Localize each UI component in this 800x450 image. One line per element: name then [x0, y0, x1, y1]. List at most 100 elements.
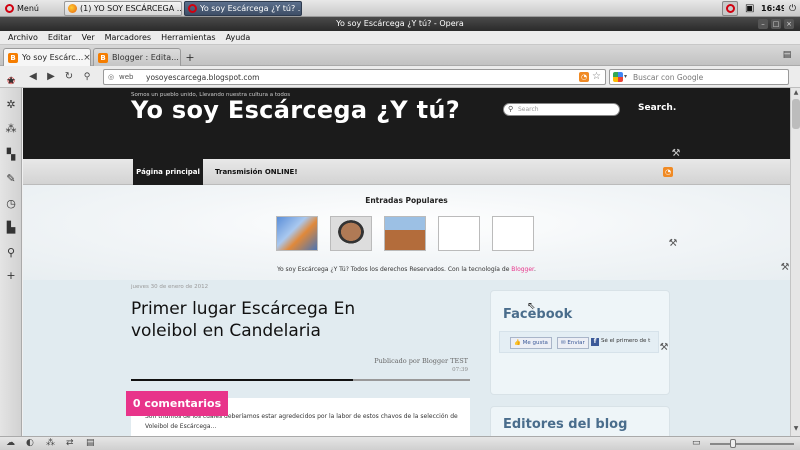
task-label: (1) YO SOY ESCÁRCEGA ... — [80, 4, 182, 13]
nav-pagina-principal[interactable]: Página principal — [133, 159, 203, 185]
post-excerpt-2: Voleibol de Escárcega... — [145, 423, 217, 430]
search-engine-dropdown-icon[interactable]: ▾ — [624, 73, 627, 80]
globe-icon: ◎ — [108, 73, 115, 81]
popular-thumb-1[interactable] — [276, 216, 318, 251]
window-titlebar: Yo soy Escárcega ¿Y tú? - Opera – □ × — [0, 17, 800, 31]
popular-posts-heading: Entradas Populares — [365, 196, 448, 205]
transfers-icon[interactable]: ▙ — [4, 221, 18, 235]
turbo-icon[interactable]: ◐ — [26, 438, 34, 448]
notes-icon[interactable]: ✎ — [4, 172, 18, 186]
blogger-icon: B — [98, 52, 108, 63]
status-bar: ☁ ◐ ⁂ ⇄ ▤ ▭ — [0, 436, 800, 450]
blog-nav: Página principal Transmisión ONLINE! ◔ — [23, 159, 790, 185]
post-title[interactable]: Primer lugar Escárcega En voleibol en Ca… — [131, 298, 361, 342]
close-tab-icon[interactable]: × — [179, 53, 180, 63]
taskbar-task-firefox[interactable]: (1) YO SOY ESCÁRCEGA ... — [64, 1, 182, 16]
menu-ver[interactable]: Ver — [77, 33, 100, 42]
history-clock-icon[interactable]: ◷ — [4, 197, 18, 211]
rss-feed-icon[interactable]: ◔ — [579, 72, 589, 82]
close-window-button[interactable]: × — [784, 19, 794, 29]
facebook-widget-title: Facebook — [503, 307, 573, 322]
post-time: 07:39 — [452, 367, 468, 373]
start-menu-button[interactable]: Menú — [2, 1, 46, 16]
blog-search-placeholder: Search — [518, 106, 539, 113]
nav-transmision-online[interactable]: Transmisión ONLINE! — [215, 159, 298, 185]
panel-toggle-icon[interactable]: ☁ — [6, 438, 15, 448]
page-viewport: Somos un pueblo unido, Llevando nuestra … — [23, 88, 790, 436]
menu-ayuda[interactable]: Ayuda — [221, 33, 256, 42]
speeddial-icon[interactable]: ▤ — [86, 438, 95, 448]
tab-label: Blogger : Edita... — [112, 53, 179, 62]
url-text[interactable]: yosoyescarcega.blogspot.com — [146, 73, 259, 82]
close-tab-icon[interactable]: × — [83, 53, 90, 63]
view-icon[interactable]: ▭ — [692, 438, 701, 448]
bookmark-star-icon[interactable]: ☆ — [592, 71, 601, 82]
scroll-up-icon[interactable]: ▲ — [792, 89, 800, 98]
tray-opera-button[interactable] — [722, 1, 738, 16]
tab-bar: B Yo soy Escárc... × B Blogger : Edita..… — [0, 45, 800, 66]
footer-blogger-link[interactable]: Blogger — [511, 266, 534, 273]
post-date: jueves 30 de enero de 2012 — [131, 284, 209, 290]
menu-archivo[interactable]: Archivo — [3, 33, 43, 42]
web-badge: web — [119, 73, 134, 81]
address-field[interactable]: ◎ web yosoyescarcega.blogspot.com ◔ ☆ — [103, 69, 606, 85]
menu-marcadores[interactable]: Marcadores — [100, 33, 156, 42]
opera-icon — [188, 4, 197, 13]
search-engine-field[interactable]: ▾ Buscar con Google — [609, 69, 789, 85]
reload-icon[interactable]: ↻ — [62, 70, 76, 84]
forward-icon[interactable]: ▶ — [44, 70, 58, 84]
zoom-slider[interactable] — [710, 443, 794, 445]
scrollbar-thumb[interactable] — [792, 99, 800, 129]
comments-badge[interactable]: 0 comentarios — [126, 391, 228, 416]
chat-icon[interactable]: ▚ — [4, 148, 18, 162]
unite-status-icon[interactable]: ⁂ — [46, 438, 55, 448]
fb-like-button[interactable]: 👍 Me gusta — [510, 337, 552, 349]
popular-thumb-3[interactable] — [384, 216, 426, 251]
rss-icon[interactable]: ◔ — [663, 167, 673, 177]
blog-search-button[interactable]: Search. — [638, 103, 676, 113]
minimize-button[interactable]: – — [758, 19, 768, 29]
side-panel-buttons: ★ ✲ ⁂ ▚ ✎ ◷ ▙ ⚲ + — [0, 66, 22, 436]
blog-main: jueves 30 de enero de 2012 Primer lugar … — [23, 280, 790, 436]
taskbar-task-opera[interactable]: Yo soy Escárcega ¿Y tú? ... — [184, 1, 302, 16]
mouse-cursor-icon: ⇖ — [527, 301, 536, 312]
bookmarks-star-icon[interactable]: ★ — [4, 74, 18, 88]
menu-herramientas[interactable]: Herramientas — [156, 33, 221, 42]
footer-end: . — [533, 266, 536, 273]
widgets-gear-icon[interactable]: ✲ — [4, 98, 18, 112]
tab-yo-soy-escarcega[interactable]: B Yo soy Escárc... × — [3, 48, 91, 66]
sync-icon[interactable]: ⇄ — [66, 438, 74, 448]
edit-tools-icon[interactable]: ⚒ — [658, 342, 670, 354]
popular-thumb-2[interactable] — [330, 216, 372, 251]
edit-tools-icon[interactable]: ⚒ — [667, 238, 679, 250]
tab-label: Yo soy Escárc... — [22, 53, 84, 62]
popular-thumb-4[interactable] — [438, 216, 480, 251]
maximize-button[interactable]: □ — [771, 19, 781, 29]
blogger-icon: B — [8, 52, 18, 63]
unite-icon[interactable]: ⁂ — [4, 122, 18, 136]
firefox-icon — [68, 4, 77, 13]
popular-thumb-5[interactable] — [492, 216, 534, 251]
wand-icon[interactable]: ⚲ — [80, 70, 94, 84]
scroll-down-icon[interactable]: ▼ — [792, 425, 800, 434]
network-tray-icon[interactable]: ▣ — [742, 1, 756, 16]
clock[interactable]: 16:49 — [758, 1, 784, 16]
zoom-slider-handle[interactable] — [730, 439, 736, 448]
blog-search-input[interactable]: ⚲ Search — [503, 103, 620, 116]
fb-send-button[interactable]: ✉ Enviar — [557, 337, 589, 349]
edit-tools-icon[interactable]: ⚒ — [779, 262, 790, 274]
menu-editar[interactable]: Editar — [43, 33, 77, 42]
tab-list-icon[interactable]: ▤ — [780, 50, 794, 62]
add-panel-icon[interactable]: + — [4, 269, 18, 283]
google-icon — [613, 72, 623, 82]
new-tab-button[interactable]: + — [184, 48, 196, 66]
power-icon[interactable]: ⏻ — [786, 1, 798, 16]
blog-title[interactable]: Yo soy Escárcega ¿Y tú? — [131, 96, 460, 124]
search-icon[interactable]: ⚲ — [4, 246, 18, 260]
blog-footer: Yo soy Escárcega ¿Y Tú? Todos los derech… — [23, 266, 790, 273]
tab-blogger-edit[interactable]: B Blogger : Edita... × — [93, 48, 181, 66]
vertical-scrollbar[interactable]: ▲ ▼ — [790, 88, 800, 436]
back-icon[interactable]: ◀ — [26, 70, 40, 84]
editors-widget-title: Editores del blog — [503, 417, 628, 432]
facebook-widget: Facebook ⇖ 👍 Me gusta ✉ Enviar f Sé el p… — [490, 290, 670, 395]
